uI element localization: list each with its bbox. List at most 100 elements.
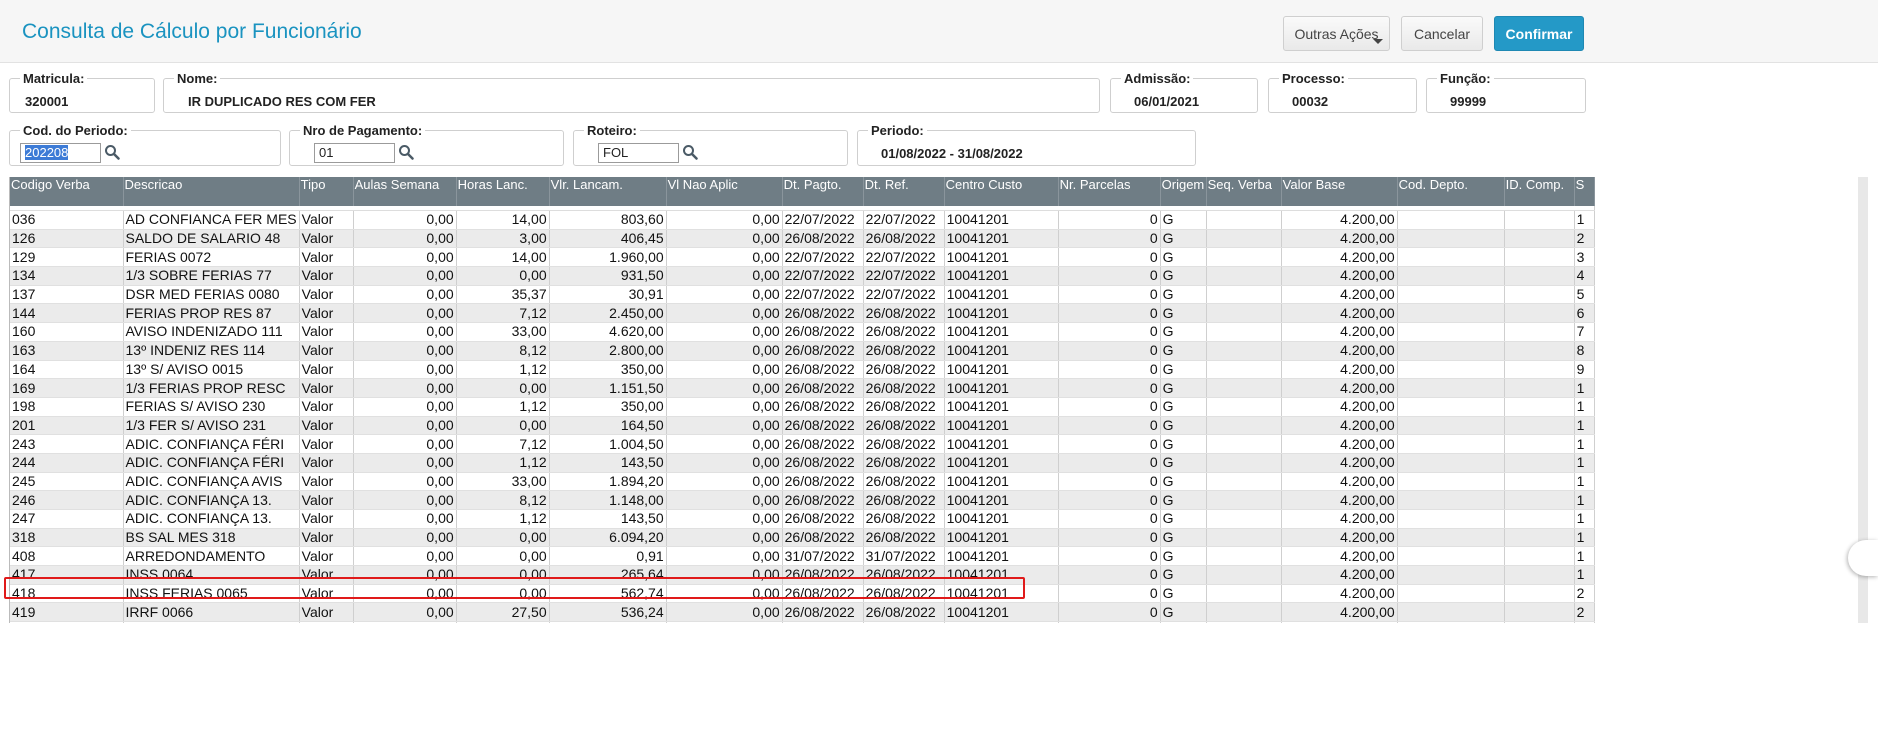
column-header[interactable]: Cod. Depto. bbox=[1397, 177, 1505, 206]
column-header[interactable]: Dt. Ref. bbox=[863, 177, 945, 206]
table-row[interactable]: 417 INSS 0064 Valor 0,00 0,00 265,64 0,00 26/08… bbox=[10, 565, 1595, 585]
table-cell: 4.200,00 bbox=[1281, 322, 1398, 342]
table-cell bbox=[1504, 266, 1575, 286]
table-cell: ADIC. CONFIANÇA AVIS bbox=[123, 472, 300, 492]
table-cell: 244 bbox=[10, 453, 124, 473]
table-row[interactable]: 144 FERIAS PROP RES 87 Valor 0,00 7,12 2.450,… bbox=[10, 303, 1595, 324]
table-cell: 350,00 bbox=[549, 397, 667, 417]
table-cell: G bbox=[1160, 416, 1207, 436]
table-cell: 0,00 bbox=[666, 229, 783, 249]
table-cell: 1.894,20 bbox=[549, 472, 667, 492]
column-header[interactable]: Tipo bbox=[299, 177, 354, 206]
more-actions-button[interactable]: Outras Ações bbox=[1283, 16, 1390, 51]
roteiro-field: Roteiro: FOL bbox=[573, 123, 848, 166]
table-cell: 22/07/2022 bbox=[782, 247, 864, 268]
table-row[interactable]: 423INSS 13º SALAR 0070Valor0,000,00457,9… bbox=[10, 621, 1595, 623]
processo-value: 00032 bbox=[1292, 94, 1329, 109]
table-row[interactable]: 408 ARREDONDAMENTO Valor 0,00 0,00 0,91 0,00 31… bbox=[10, 546, 1595, 567]
column-header[interactable]: Vlr. Lancam. bbox=[549, 177, 667, 206]
table-cell: 0 bbox=[1058, 397, 1161, 417]
table-cell bbox=[1397, 416, 1505, 436]
table-row[interactable]: 126 SALDO DE SALARIO 48 Valor 0,00 3,00 406,4… bbox=[10, 229, 1595, 249]
table-cell: 0,00 bbox=[353, 565, 457, 585]
table-cell: 562,74 bbox=[549, 584, 667, 604]
column-header[interactable]: Vl Nao Aplic bbox=[666, 177, 783, 206]
table-row[interactable]: 419 IRRF 0066 Valor 0,00 27,50 536,24 0,00 26/0… bbox=[10, 602, 1595, 623]
table-cell: 247 bbox=[10, 509, 124, 529]
table-cell bbox=[1206, 285, 1282, 305]
table-cell: 26/08/2022 bbox=[782, 584, 864, 604]
table-cell: 26/08/2022 bbox=[863, 472, 945, 492]
table-row[interactable]: 418 INSS FERIAS 0065 Valor 0,00 0,00 562,74 0,… bbox=[10, 584, 1595, 604]
table-cell: 10041201 bbox=[944, 341, 1059, 361]
column-header[interactable]: Centro Custo bbox=[944, 177, 1059, 206]
table-cell: 4.200,00 bbox=[1281, 434, 1398, 454]
chevron-down-icon bbox=[1373, 39, 1383, 44]
table-cell: 26/08/2022 bbox=[782, 453, 864, 473]
table-cell bbox=[1206, 229, 1282, 249]
table-row[interactable]: 246 ADIC. CONFIANÇA 13. Valor 0,00 8,12 1.148… bbox=[10, 490, 1595, 510]
table-cell: 35,37 bbox=[456, 285, 550, 305]
column-header[interactable]: ID. Comp. bbox=[1504, 177, 1575, 206]
table-row[interactable]: 134 1/3 SOBRE FERIAS 77 Valor 0,00 0,00 931,5… bbox=[10, 266, 1595, 286]
table-cell: 0,00 bbox=[353, 584, 457, 604]
table-row[interactable]: 198 FERIAS S/ AVISO 230 Valor 0,00 1,12 350,0… bbox=[10, 397, 1595, 417]
table-cell: 134 bbox=[10, 266, 124, 286]
table-cell: 26/08/2022 bbox=[863, 584, 945, 604]
table-cell: 1 bbox=[1574, 565, 1595, 585]
roteiro-input[interactable]: FOL bbox=[598, 143, 679, 163]
table-cell: 408 bbox=[10, 546, 124, 567]
column-header[interactable]: Dt. Pagto. bbox=[782, 177, 864, 206]
table-row[interactable]: 169 1/3 FERIAS PROP RESC Valor 0,00 0,00 1.15… bbox=[10, 378, 1595, 398]
table-row[interactable]: 245 ADIC. CONFIANÇA AVIS Valor 0,00 33,00 1.8… bbox=[10, 472, 1595, 492]
table-cell: 33,00 bbox=[456, 472, 550, 492]
table-row[interactable]: 036 AD CONFIANCA FER MES Valor 0,00 14,00 803… bbox=[10, 210, 1595, 230]
column-header[interactable]: Aulas Semana bbox=[353, 177, 457, 206]
table-cell: 0,00 bbox=[666, 509, 783, 529]
table-row[interactable]: 247 ADIC. CONFIANÇA 13. Valor 0,00 1,12 143,5… bbox=[10, 509, 1595, 529]
column-header[interactable]: Nr. Parcelas bbox=[1058, 177, 1161, 206]
table-row[interactable]: 243 ADIC. CONFIANÇA FÉRI Valor 0,00 7,12 1.00… bbox=[10, 434, 1595, 454]
column-header[interactable]: Descricao bbox=[123, 177, 300, 206]
table-cell bbox=[1206, 602, 1282, 623]
table-cell: G bbox=[1160, 546, 1207, 567]
column-header[interactable]: Horas Lanc. bbox=[456, 177, 550, 206]
cancel-button[interactable]: Cancelar bbox=[1401, 16, 1483, 51]
table-cell: 9 bbox=[1574, 360, 1595, 380]
table-cell bbox=[1504, 434, 1575, 454]
column-header[interactable]: Valor Base bbox=[1281, 177, 1398, 206]
table-cell bbox=[1397, 360, 1505, 380]
table-row[interactable]: 164 13º S/ AVISO 0015 Valor 0,00 1,12 350,00 0… bbox=[10, 360, 1595, 380]
table-cell: 0,00 bbox=[456, 565, 550, 585]
table-cell: 0 bbox=[1058, 378, 1161, 398]
table-cell: 0,00 bbox=[666, 397, 783, 417]
nro-pagamento-input[interactable]: 01 bbox=[314, 143, 395, 163]
table-cell: 26/08/2022 bbox=[863, 416, 945, 436]
column-header[interactable]: Origem bbox=[1160, 177, 1207, 206]
table-row[interactable]: 163 13º INDENIZ RES 114 Valor 0,00 8,12 2.800… bbox=[10, 341, 1595, 361]
table-row[interactable]: 201 1/3 FER S/ AVISO 231 Valor 0,00 0,00 164,… bbox=[10, 416, 1595, 436]
table-row[interactable]: 129 FERIAS 0072 Valor 0,00 14,00 1.960,00 0,00… bbox=[10, 247, 1595, 268]
table-cell: 0 bbox=[1058, 322, 1161, 342]
table-cell: Valor bbox=[299, 472, 354, 492]
cod-periodo-input[interactable]: 202208 bbox=[20, 143, 101, 163]
table-cell bbox=[1504, 229, 1575, 249]
help-floating-button[interactable] bbox=[1848, 540, 1878, 576]
column-header[interactable]: Seq. Verba bbox=[1206, 177, 1282, 206]
confirm-button[interactable]: Confirmar bbox=[1494, 16, 1584, 51]
table-cell: 0,00 bbox=[353, 528, 457, 548]
table-row[interactable]: 160 AVISO INDENIZADO 111 Valor 0,00 33,00 4.6… bbox=[10, 322, 1595, 342]
table-cell: 10041201 bbox=[944, 621, 1059, 623]
table-cell: ARREDONDAMENTO bbox=[123, 546, 300, 567]
table-row[interactable]: 137 DSR MED FERIAS 0080 Valor 0,00 35,37 30,9… bbox=[10, 285, 1595, 305]
search-icon[interactable] bbox=[104, 144, 120, 160]
table-cell: 10041201 bbox=[944, 528, 1059, 548]
table-row[interactable]: 318 BS SAL MES 318 Valor 0,00 0,00 6.094,20 0,… bbox=[10, 528, 1595, 548]
column-header[interactable]: Codigo Verba bbox=[10, 177, 124, 206]
search-icon[interactable] bbox=[398, 144, 414, 160]
table-row[interactable]: 244 ADIC. CONFIANÇA FÉRI Valor 0,00 1,12 143,… bbox=[10, 453, 1595, 473]
column-header[interactable]: S bbox=[1574, 177, 1595, 206]
search-icon[interactable] bbox=[682, 144, 698, 160]
table-cell: Valor bbox=[299, 360, 354, 380]
processo-label: Processo: bbox=[1279, 71, 1348, 86]
